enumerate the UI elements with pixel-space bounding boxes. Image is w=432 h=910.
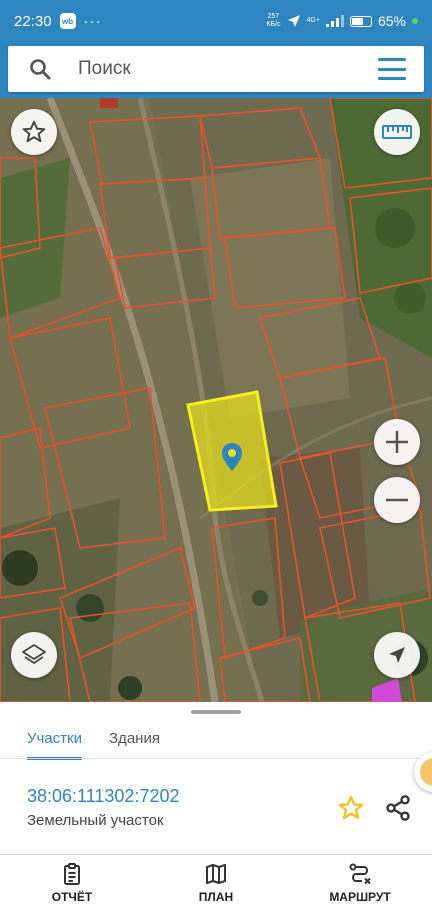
parcel-info-sheet: Участки Здания 38:06:111302:7202 Земельн… bbox=[0, 702, 432, 854]
status-right: 257 КБ/с 4G+ 65% bbox=[266, 13, 418, 29]
network-type: 4G+ bbox=[307, 17, 320, 25]
my-location-button[interactable] bbox=[374, 632, 420, 678]
layers-button[interactable] bbox=[11, 632, 57, 678]
map-view[interactable] bbox=[0, 98, 432, 702]
ruler-icon bbox=[382, 125, 412, 139]
charging-dot bbox=[412, 18, 418, 24]
tabs-divider bbox=[0, 758, 432, 759]
layers-icon bbox=[22, 644, 46, 664]
status-bar: 22:30 wb ··· 257 КБ/с 4G+ 65% bbox=[0, 0, 432, 42]
network-speed: 257 КБ/с bbox=[266, 13, 280, 29]
nav-report[interactable]: ОТЧЁТ bbox=[0, 855, 144, 910]
zoom-out-button[interactable] bbox=[374, 477, 420, 523]
zoom-in-button[interactable] bbox=[374, 419, 420, 465]
location-arrow-icon bbox=[287, 15, 300, 27]
nav-plan[interactable]: ПЛАН bbox=[144, 855, 288, 910]
tab-label: Участки bbox=[27, 729, 82, 747]
menu-icon[interactable] bbox=[378, 58, 406, 80]
satellite-map[interactable] bbox=[0, 98, 432, 702]
favorite-map-button[interactable] bbox=[11, 109, 57, 155]
menu-line bbox=[378, 77, 406, 80]
ruler-button[interactable] bbox=[374, 109, 420, 155]
plus-icon bbox=[386, 431, 408, 453]
tabs: Участки Здания bbox=[0, 716, 432, 760]
search-bar[interactable]: Поиск bbox=[8, 46, 424, 92]
battery-percent: 65% bbox=[377, 13, 406, 29]
menu-line bbox=[378, 58, 406, 61]
nav-label: ОТЧЁТ bbox=[51, 889, 93, 904]
map-plan-icon bbox=[206, 863, 226, 884]
nav-route[interactable]: МАРШРУТ bbox=[288, 855, 432, 910]
network-speed-unit: КБ/с bbox=[266, 21, 281, 28]
navigation-arrow-icon bbox=[389, 647, 405, 663]
app-badge-icon: wb bbox=[59, 13, 76, 29]
sheet-drag-handle[interactable] bbox=[191, 710, 241, 714]
bottom-nav: ОТЧЁТ ПЛАН МАРШРУТ bbox=[0, 854, 432, 910]
status-time: 22:30 bbox=[14, 12, 52, 30]
battery-fill bbox=[351, 17, 363, 25]
overflow-dots: ··· bbox=[83, 12, 102, 30]
nav-label: МАРШРУТ bbox=[329, 889, 391, 904]
search-icon[interactable] bbox=[28, 57, 52, 81]
status-left: 22:30 wb ··· bbox=[14, 13, 102, 30]
parcel-type: Земельный участок bbox=[27, 812, 164, 829]
tab-buildings[interactable]: Здания bbox=[109, 716, 160, 760]
minus-icon bbox=[386, 498, 408, 502]
map-pin-icon[interactable] bbox=[221, 442, 243, 472]
report-icon bbox=[64, 862, 80, 885]
route-icon bbox=[349, 863, 371, 884]
network-speed-value: 257 bbox=[267, 13, 280, 20]
menu-line bbox=[378, 67, 406, 71]
peek-button-icon bbox=[420, 758, 432, 786]
tab-label: Здания bbox=[109, 729, 160, 747]
search-header: Поиск bbox=[0, 42, 432, 98]
star-outline-icon bbox=[22, 120, 46, 143]
signal-icon bbox=[325, 15, 344, 27]
search-input[interactable]: Поиск bbox=[78, 58, 378, 80]
battery-icon bbox=[349, 15, 372, 27]
app-screen: 22:30 wb ··· 257 КБ/с 4G+ 65% Поиск Учас… bbox=[0, 0, 432, 910]
nav-label: ПЛАН bbox=[198, 889, 234, 904]
share-icon[interactable] bbox=[384, 794, 412, 822]
network-type-label: 4G+ bbox=[306, 17, 320, 24]
parcel-cadastral-number[interactable]: 38:06:111302:7202 bbox=[27, 786, 179, 807]
tab-parcels[interactable]: Участки bbox=[27, 716, 82, 760]
star-icon[interactable] bbox=[337, 794, 365, 822]
